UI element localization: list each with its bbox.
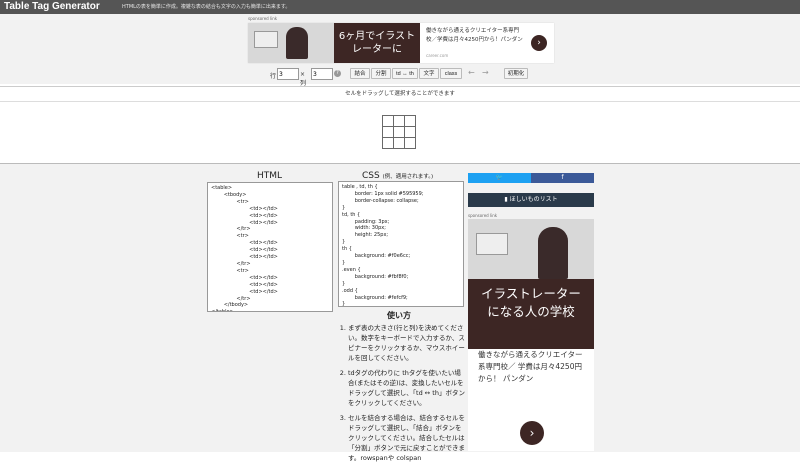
site-logo[interactable]: Table Tag Generator	[4, 0, 100, 14]
top-ad-banner[interactable]: sponsored link 6ヶ月でイラストレーターに 働きながら通えるクリエ…	[248, 16, 554, 63]
help-icon[interactable]: ?	[334, 70, 341, 77]
wishlist-label: ほしいものリスト	[509, 196, 558, 203]
ad-url: career.com	[426, 53, 449, 58]
sidebar-ad[interactable]: sponsored link イラストレーター になる人の学校 働きながら通える…	[468, 213, 594, 451]
undo-arrow-icon[interactable]: ←	[468, 68, 475, 77]
ad-arrow-icon[interactable]: ›	[531, 35, 547, 51]
css-title-note: (例、適用されます。)	[382, 174, 434, 180]
ad-photo	[468, 219, 594, 279]
ad-description: 働きながら通えるクリエイター系専門校／学費は月々4250円から！パンダン	[426, 28, 523, 43]
html-title: HTML	[257, 171, 283, 181]
ad-photo	[248, 23, 334, 63]
howto-step: tdタグの代わりに thタグを使いたい場合(またはその逆)は、変換したいセルをド…	[348, 368, 465, 408]
drag-hint: セルをドラッグして選択することができます	[0, 86, 800, 102]
grid-cell[interactable]	[404, 115, 416, 127]
grid-cell[interactable]	[382, 115, 394, 127]
class-button[interactable]: class	[440, 68, 462, 79]
cols-input[interactable]	[311, 68, 333, 80]
sponsored-label: sponsored link	[468, 213, 498, 218]
grid-cell[interactable]	[382, 137, 394, 149]
facebook-icon[interactable]: f	[531, 173, 594, 183]
top-header: Table Tag Generator HTMLの表を簡単に作成。複雑な表の結合…	[0, 0, 800, 14]
rows-input[interactable]	[277, 68, 299, 80]
reset-button[interactable]: 初期化	[504, 68, 528, 79]
ad-arrow-icon[interactable]: ›	[520, 421, 544, 445]
text-button[interactable]: 文字	[419, 68, 439, 79]
redo-arrow-icon[interactable]: →	[482, 68, 489, 77]
html-code-textarea[interactable]: <table> <tbody> <tr> <td></td> <td></td>…	[207, 182, 333, 312]
cols-label: × 列	[300, 71, 307, 87]
td-th-toggle-button[interactable]: td ↔ th	[392, 68, 418, 79]
ad-description: 働きながら通えるクリエイター系専門校／ 学費は月々4250円から！ パンダン	[478, 350, 583, 383]
wishlist-button[interactable]: ▮ ほしいものリスト	[468, 193, 594, 207]
grid-cell[interactable]	[382, 126, 394, 138]
css-title: CSS (例、適用されます。)	[362, 171, 433, 181]
howto-step: セルを結合する場合は、結合するセルをドラッグして選択し、「結合」ボタンをクリック…	[348, 413, 465, 463]
grid-cell[interactable]	[393, 137, 405, 149]
monitor-icon	[476, 233, 508, 255]
css-code-textarea[interactable]: table , td, th { border: 1px solid #5959…	[338, 181, 464, 307]
table-preview-grid	[382, 115, 416, 149]
sponsored-label: sponsored link	[248, 16, 278, 21]
grid-cell[interactable]	[404, 126, 416, 138]
howto-steps: まず表の大きさ(行と列)を決めてください。数字をキーボードで入力するか、スピナー…	[340, 323, 465, 468]
grid-cell[interactable]	[393, 126, 405, 138]
monitor-icon	[254, 31, 278, 48]
rows-label: 行	[270, 73, 277, 80]
grid-cell[interactable]	[404, 137, 416, 149]
ad-banner-text: イラストレーター になる人の学校	[468, 279, 594, 349]
person-image	[538, 227, 568, 279]
howto-title: 使い方	[387, 311, 411, 320]
split-button[interactable]: 分割	[371, 68, 391, 79]
site-tagline: HTMLの表を簡単に作成。複雑な表の結合も文字の入力も簡単に出来ます。	[122, 4, 291, 10]
social-buttons: 🐦 f	[468, 173, 594, 183]
person-image	[286, 27, 308, 59]
css-title-text: CSS	[362, 171, 380, 181]
merge-button[interactable]: 結合	[350, 68, 370, 79]
howto-step: まず表の大きさ(行と列)を決めてください。数字をキーボードで入力するか、スピナー…	[348, 323, 465, 363]
ad-banner-text: 6ヶ月でイラストレーターに	[334, 23, 420, 63]
twitter-icon[interactable]: 🐦	[468, 173, 531, 183]
grid-cell[interactable]	[393, 115, 405, 127]
